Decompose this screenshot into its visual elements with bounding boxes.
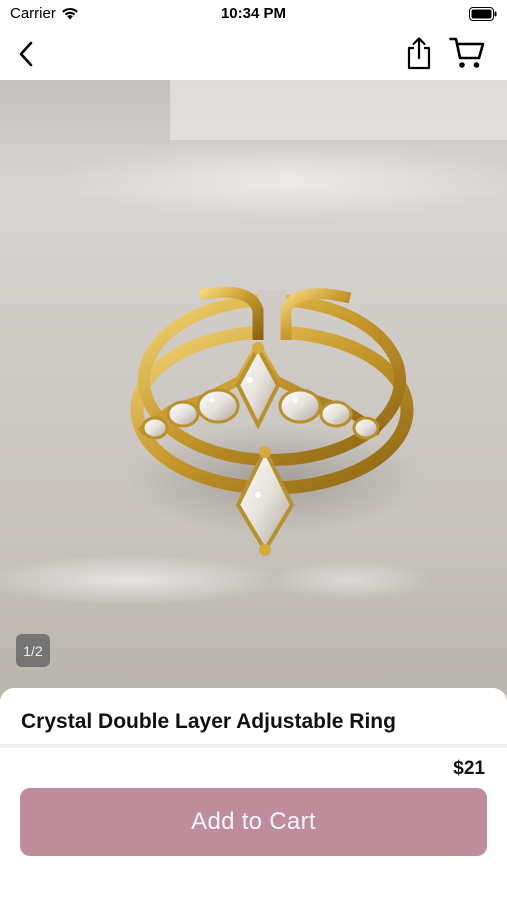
image-page-indicator: 1/2: [16, 634, 50, 667]
share-icon: [407, 37, 431, 70]
ring-photo: [0, 80, 507, 605]
cart-button[interactable]: [446, 32, 488, 74]
divider: [0, 744, 507, 748]
product-title: Crystal Double Layer Adjustable Ring: [21, 710, 396, 733]
product-detail-screen: Carrier 10:34 PM 1/2 Crystal Double Laye…: [0, 0, 507, 900]
battery-icon: [469, 7, 497, 21]
product-price: $21: [453, 758, 485, 779]
product-image[interactable]: 1/2: [0, 80, 507, 700]
product-info-sheet: Crystal Double Layer Adjustable Ring $21…: [0, 688, 507, 900]
share-button[interactable]: [400, 32, 438, 74]
status-time: 10:34 PM: [220, 5, 287, 22]
chevron-left-icon: [19, 41, 33, 67]
back-button[interactable]: [8, 34, 44, 74]
shopping-cart-icon: [449, 37, 485, 68]
add-to-cart-button[interactable]: Add to Cart: [20, 788, 487, 856]
navigation-bar: [0, 28, 507, 80]
status-bar: Carrier 10:34 PM: [0, 0, 507, 28]
